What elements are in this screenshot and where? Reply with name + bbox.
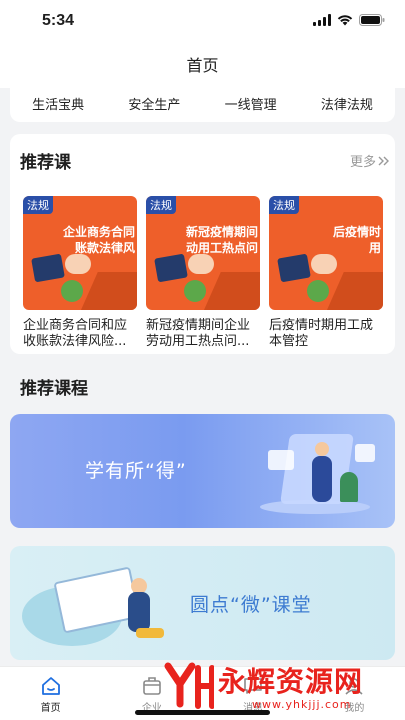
banner-text: 学有所“得”: [85, 460, 187, 482]
category-item-safety[interactable]: 安全生产: [128, 94, 180, 113]
recommend-title: 推荐课: [20, 153, 71, 173]
thumbnail-title: 后疫情时 用: [332, 225, 381, 255]
cellular-signal-icon: [313, 14, 331, 26]
page-title: 首页: [186, 56, 219, 75]
course-tag: 法规: [23, 196, 53, 214]
courses-title: 推荐课程: [20, 379, 88, 399]
course-card[interactable]: 法规 企业商务合同 账款法律风 企业商务合同和应收账款法律风险...: [23, 196, 137, 350]
wifi-icon: [337, 15, 353, 26]
double-chevron-right-icon: [378, 156, 389, 165]
course-card[interactable]: 法规 后疫情时 用 后疫情时期用工成本管控: [269, 196, 383, 350]
nav-bar: 首页: [0, 44, 405, 88]
tab-label: 首页: [40, 703, 61, 714]
recommend-header: 推荐课 更多: [20, 148, 390, 173]
home-indicator: [135, 710, 270, 715]
thumbnail-title: 企业商务合同 账款法律风: [62, 225, 135, 255]
course-card[interactable]: 法规 新冠疫情期间 动用工热点问 新冠疫情期间企业劳动用工热点问...: [146, 196, 260, 350]
course-name: 企业商务合同和应收账款法律风险...: [23, 318, 128, 349]
category-item-life[interactable]: 生活宝典: [32, 94, 84, 113]
course-name: 后疫情时期用工成本管控: [269, 318, 374, 349]
plant-illustration: [340, 472, 358, 502]
status-bar: 5:34: [0, 0, 405, 44]
more-label: 更多: [349, 155, 376, 170]
category-item-law[interactable]: 法律法规: [321, 94, 373, 113]
banner-micro-class[interactable]: 圆点“微”课堂: [10, 546, 395, 660]
status-icons: [313, 14, 385, 26]
course-name: 新冠疫情期间企业劳动用工热点问...: [146, 318, 251, 349]
course-tag: 法规: [146, 196, 176, 214]
course-list: 法规 企业商务合同 账款法律风 企业商务合同和应收账款法律风险... 法规 新冠…: [23, 196, 383, 350]
category-row: 生活宝典 安全生产 一线管理 法律法规: [10, 84, 395, 122]
course-thumbnail: 法规 后疫情时 用: [269, 196, 383, 310]
banner-text: 圆点“微”课堂: [190, 594, 312, 616]
watermark-text: 永辉资源网: [218, 665, 364, 698]
person-illustration: [128, 592, 150, 632]
person-illustration: [312, 456, 332, 502]
banner-learning[interactable]: 学有所“得”: [10, 414, 395, 528]
recommend-section: 推荐课 更多 法规 企业商务合同 账款法律风 企业商务合同和应收账款法律风险..…: [10, 134, 395, 354]
battery-icon: [359, 14, 385, 26]
category-item-frontline[interactable]: 一线管理: [225, 94, 277, 113]
course-tag: 法规: [269, 196, 299, 214]
course-thumbnail: 法规 企业商务合同 账款法律风: [23, 196, 137, 310]
tab-home[interactable]: 首页: [0, 667, 101, 720]
home-icon: [41, 677, 60, 695]
course-thumbnail: 法规 新冠疫情期间 动用工热点问: [146, 196, 260, 310]
status-time: 5:34: [42, 12, 75, 29]
thumbnail-title: 新冠疫情期间 动用工热点问: [185, 225, 258, 255]
watermark-logo-icon: [164, 662, 214, 709]
more-link[interactable]: 更多: [350, 151, 390, 170]
